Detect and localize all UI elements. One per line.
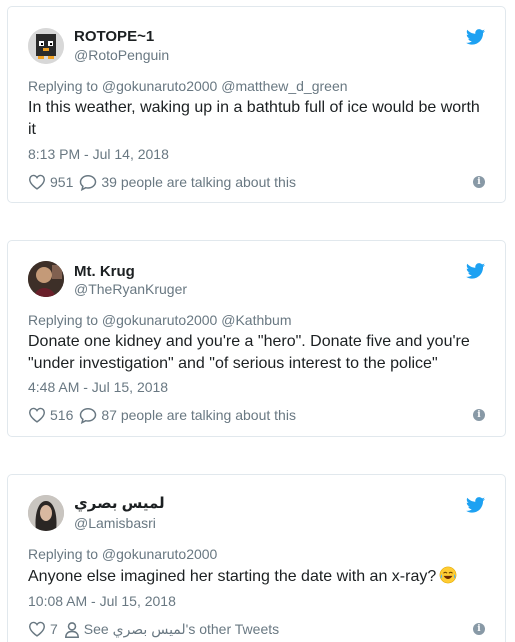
tweet-text: Anyone else imagined her starting the da… <box>28 568 437 585</box>
info-icon[interactable]: i <box>473 623 485 635</box>
profile-link[interactable]: See لميس بصري's other Tweets <box>64 621 279 638</box>
display-name[interactable]: ROTOPE~1 <box>74 28 154 45</box>
tweet-text-row: Anyone else imagined her starting the da… <box>28 566 485 588</box>
person-icon <box>64 621 79 638</box>
timestamp[interactable]: 4:48 AM - Jul 15, 2018 <box>28 379 168 395</box>
replying-to[interactable]: Replying to @gokunaruto2000 @Kathbum <box>28 312 291 328</box>
tweet-actions: 7 See لميس بصري's other Tweets <box>28 619 485 639</box>
replies-link[interactable]: 39 people are talking about this <box>79 174 296 191</box>
handle[interactable]: @Lamisbasri <box>74 515 156 531</box>
avatar[interactable] <box>28 495 64 531</box>
info-icon[interactable]: i <box>473 409 485 421</box>
tweet-card[interactable]: ROTOPE~1 @RotoPenguin Replying to @gokun… <box>7 6 506 203</box>
replies-label: 87 people are talking about this <box>101 407 296 423</box>
heart-icon <box>28 407 46 423</box>
replies-link[interactable]: 87 people are talking about this <box>79 407 296 424</box>
replying-to[interactable]: Replying to @gokunaruto2000 <box>28 546 217 562</box>
replies-label: 39 people are talking about this <box>101 174 296 190</box>
twitter-bird-icon[interactable] <box>466 497 485 513</box>
replying-to[interactable]: Replying to @gokunaruto2000 @matthew_d_g… <box>28 78 348 94</box>
handle[interactable]: @TheRyanKruger <box>74 281 187 297</box>
like-button[interactable]: 7 <box>28 621 58 637</box>
like-count: 516 <box>50 407 74 423</box>
display-name[interactable]: لميس بصري <box>74 494 165 512</box>
heart-icon <box>28 174 46 190</box>
tweet-text: In this weather, waking up in a bathtub … <box>28 99 480 138</box>
tweet-card[interactable]: Mt. Krug @TheRyanKruger Replying to @gok… <box>7 240 506 437</box>
like-count: 951 <box>50 174 74 190</box>
timestamp[interactable]: 8:13 PM - Jul 14, 2018 <box>28 146 169 162</box>
handle[interactable]: @RotoPenguin <box>74 47 169 63</box>
display-name[interactable]: Mt. Krug <box>74 263 135 280</box>
twitter-bird-icon[interactable] <box>466 29 485 45</box>
tweet-text: Donate one kidney and you're a "hero". D… <box>28 333 470 372</box>
like-count: 7 <box>50 621 58 637</box>
tweet-card[interactable]: لميس بصري @Lamisbasri Replying to @gokun… <box>7 474 506 642</box>
info-icon[interactable]: i <box>473 176 485 188</box>
timestamp[interactable]: 10:08 AM - Jul 15, 2018 <box>28 593 176 609</box>
tweet-actions: 516 87 people are talking about this <box>28 405 485 425</box>
heart-icon <box>28 621 46 637</box>
avatar[interactable] <box>28 261 64 297</box>
other-tweets-label: See لميس بصري's other Tweets <box>83 620 280 637</box>
like-button[interactable]: 951 <box>28 174 73 190</box>
like-button[interactable]: 516 <box>28 407 73 423</box>
speech-bubble-icon <box>80 174 97 191</box>
laughing-tears-emoji <box>439 566 457 584</box>
avatar[interactable] <box>28 28 64 64</box>
tweet-actions: 951 39 people are talking about this <box>28 172 485 192</box>
speech-bubble-icon <box>80 407 97 424</box>
twitter-bird-icon[interactable] <box>466 263 485 279</box>
